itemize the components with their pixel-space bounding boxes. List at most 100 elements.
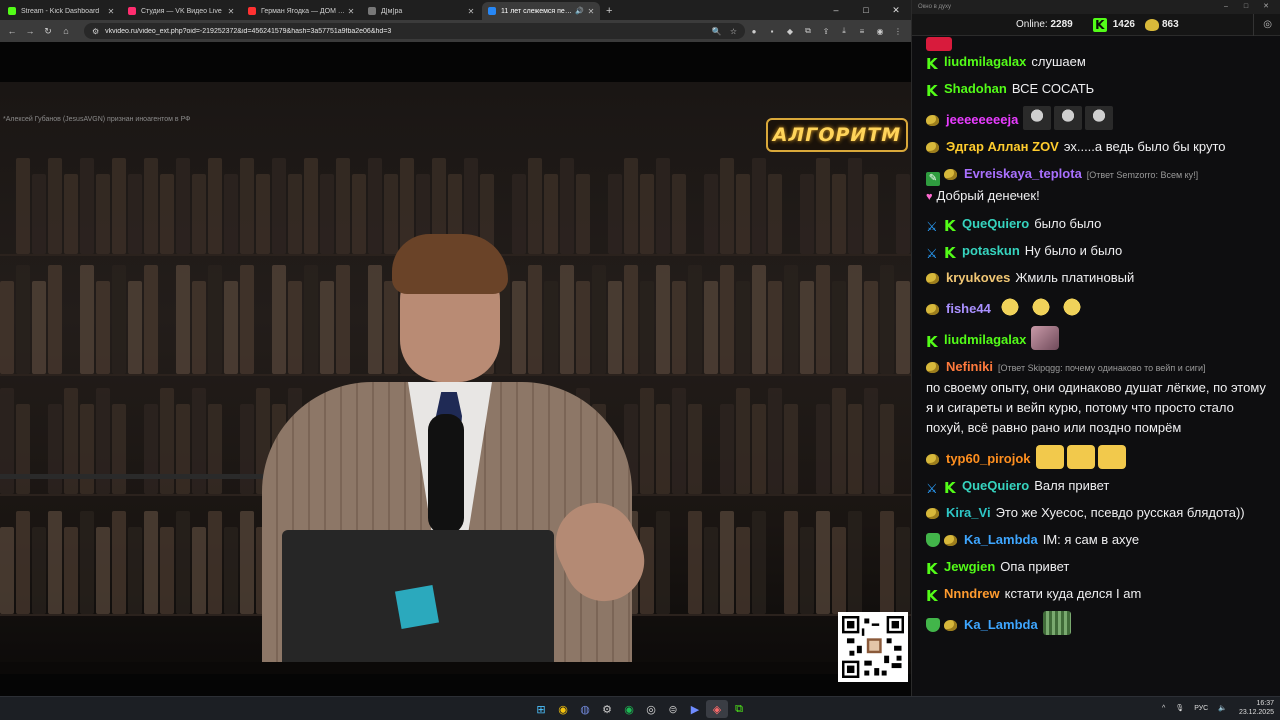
chat-close-button[interactable]: ✕ (1256, 0, 1276, 14)
laugh-emote[interactable] (1035, 445, 1064, 469)
bookmark-star-icon[interactable]: ☆ (730, 27, 737, 36)
home-icon[interactable]: ⌂ (58, 23, 74, 39)
windows-start-icon[interactable]: ⊞ (530, 700, 552, 718)
chat-username[interactable]: Ka_Lambda (964, 532, 1038, 547)
face-emote[interactable] (1054, 106, 1083, 130)
chat-maximize-button[interactable]: □ (1236, 0, 1256, 14)
profile-avatar-icon[interactable]: ◉ (871, 23, 889, 39)
chat-username[interactable]: potaskun (962, 243, 1020, 258)
chat-username[interactable]: typ60_pirojok (946, 451, 1031, 466)
downloads-icon[interactable]: ⤓ (835, 23, 853, 39)
book-spine (544, 281, 558, 374)
chat-username[interactable]: Jewgien (944, 559, 995, 574)
speaker-icon[interactable]: 🔊 (575, 7, 584, 15)
language-indicator[interactable]: РУС (1194, 705, 1208, 712)
minimize-button[interactable]: – (821, 0, 851, 20)
player-icon[interactable]: ▶ (684, 700, 706, 718)
reload-icon[interactable]: ↻ (40, 23, 56, 39)
chat-message-list[interactable]: Kliudmilagalax слушаем K Shadohan ВСЕ СОСАТЬ… (912, 36, 1280, 688)
chat-username[interactable]: Shadohan (944, 81, 1007, 96)
zoom-icon[interactable]: 🔍 (712, 27, 722, 36)
book-spine (0, 281, 14, 374)
face-emote[interactable] (1085, 106, 1114, 130)
chat-username[interactable]: Nefiniki (946, 359, 993, 374)
green-emote[interactable] (1042, 611, 1071, 635)
chat-username[interactable]: liudmilagalax (944, 332, 1026, 347)
chat-username[interactable]: Kira_Vi (946, 505, 991, 520)
extension-badge-icon[interactable]: ▪ (763, 23, 781, 39)
kick-app-icon[interactable]: ⧉ (728, 700, 750, 718)
chat-username[interactable]: Эдгар Аллан ZOV (946, 139, 1059, 154)
chat-username[interactable]: Nnndrew (944, 586, 1000, 601)
share-icon[interactable]: ⇪ (817, 23, 835, 39)
menu-kebab-icon[interactable]: ⋮ (889, 23, 907, 39)
chat-message-text: Опа привет (1000, 559, 1070, 574)
tab-kick-dashboard[interactable]: Stream - Kick Dashboard ✕ (2, 2, 120, 20)
chat-app-icon[interactable]: ◈ (706, 700, 728, 718)
tray-chevron-icon[interactable]: ^ (1162, 705, 1165, 712)
subscriber-badge-icon (926, 271, 942, 285)
maximize-button[interactable]: □ (851, 0, 881, 20)
face-emote[interactable] (1023, 106, 1052, 130)
tab-vk-studio[interactable]: Студия — VK Видео Live ✕ (122, 2, 240, 20)
controller-icon[interactable]: ⊜ (662, 700, 684, 718)
reply-reference[interactable]: [Ответ Skipqgg: почему одинаково то вейп… (998, 363, 1206, 373)
pog-emote[interactable] (1057, 295, 1086, 319)
chat-username[interactable]: QueQuiero (962, 216, 1029, 231)
book-spine (192, 174, 206, 254)
video-player[interactable]: *Алексей Губанов (JesusAVGN) признан ино… (0, 42, 911, 696)
chat-minimize-button[interactable]: – (1216, 0, 1236, 14)
chat-username[interactable]: QueQuiero (962, 478, 1029, 493)
pog-emote[interactable] (995, 295, 1024, 319)
settings-gear-icon[interactable]: ◎ (1263, 19, 1272, 30)
book-spine (752, 511, 766, 614)
new-tab-button[interactable]: + (606, 5, 612, 17)
subscriber-badge-icon (926, 113, 942, 127)
microphone-icon[interactable]: 🎙 (1175, 704, 1184, 712)
extension-icon[interactable]: ◆ (781, 23, 799, 39)
kick-viewers: K 1426 (1092, 17, 1135, 32)
book-spine (640, 281, 654, 374)
tab-title: 11 лет слежемся перед Укр (501, 7, 576, 15)
cat-emote[interactable] (1031, 326, 1060, 350)
extension-icon[interactable]: ● (745, 23, 763, 39)
chat-username[interactable]: Evreiskaya_teplota (964, 166, 1082, 181)
close-tab-icon[interactable]: ✕ (226, 7, 236, 16)
chat-username[interactable]: fishe44 (946, 301, 991, 316)
pog-emote[interactable] (1026, 295, 1055, 319)
chat-username[interactable]: jeeeeeeeeja (946, 112, 1018, 127)
chat-message: jeeeeeeeeja (926, 106, 1271, 130)
speaker-icon[interactable]: 🔈 (1218, 704, 1227, 712)
microphone (428, 414, 464, 534)
close-tab-icon[interactable]: ✕ (586, 7, 596, 16)
reply-reference[interactable]: [Ответ Semzorro: Всем ку!] (1087, 170, 1198, 180)
chrome-icon[interactable]: ◉ (552, 700, 574, 718)
steam-icon[interactable]: ⚙ (596, 700, 618, 718)
spotify-icon[interactable]: ◉ (618, 700, 640, 718)
address-bar[interactable]: ⚙ vkvideo.ru/video_ext.php?oid=-21925237… (84, 23, 745, 39)
laugh-emote[interactable] (1066, 445, 1095, 469)
kick-viewer-count: 1426 (1112, 19, 1135, 30)
media-control-icon[interactable]: ≡ (853, 23, 871, 39)
close-window-button[interactable]: ✕ (881, 0, 911, 20)
site-info-icon[interactable]: ⚙ (92, 27, 99, 36)
close-tab-icon[interactable]: ✕ (106, 7, 116, 16)
chat-username[interactable]: liudmilagalax (944, 54, 1026, 69)
obs-icon[interactable]: ◎ (640, 700, 662, 718)
extensions-puzzle-icon[interactable]: ⧉ (799, 23, 817, 39)
discord-icon[interactable]: ◍ (574, 700, 596, 718)
book-spine (736, 174, 750, 254)
laugh-emote[interactable] (1097, 445, 1126, 469)
kick-favicon-icon (8, 7, 16, 15)
back-icon[interactable]: ← (4, 23, 20, 39)
close-tab-icon[interactable]: ✕ (466, 7, 476, 16)
clock[interactable]: 16:37 23.12.2025 (1239, 699, 1274, 717)
tab-youtube[interactable]: Герман Ягодка — ДОМ 2 и ал ✕ (242, 2, 360, 20)
close-tab-icon[interactable]: ✕ (346, 7, 356, 16)
book-spine (608, 174, 622, 254)
tab-active-video[interactable]: 11 лет слежемся перед Укр 🔊 ✕ (482, 2, 600, 20)
forward-icon[interactable]: → (22, 23, 38, 39)
chat-username[interactable]: kryukoves (946, 270, 1010, 285)
chat-username[interactable]: Ka_Lambda (964, 617, 1038, 632)
tab-dmra[interactable]: Д[м]ра ✕ (362, 2, 480, 20)
